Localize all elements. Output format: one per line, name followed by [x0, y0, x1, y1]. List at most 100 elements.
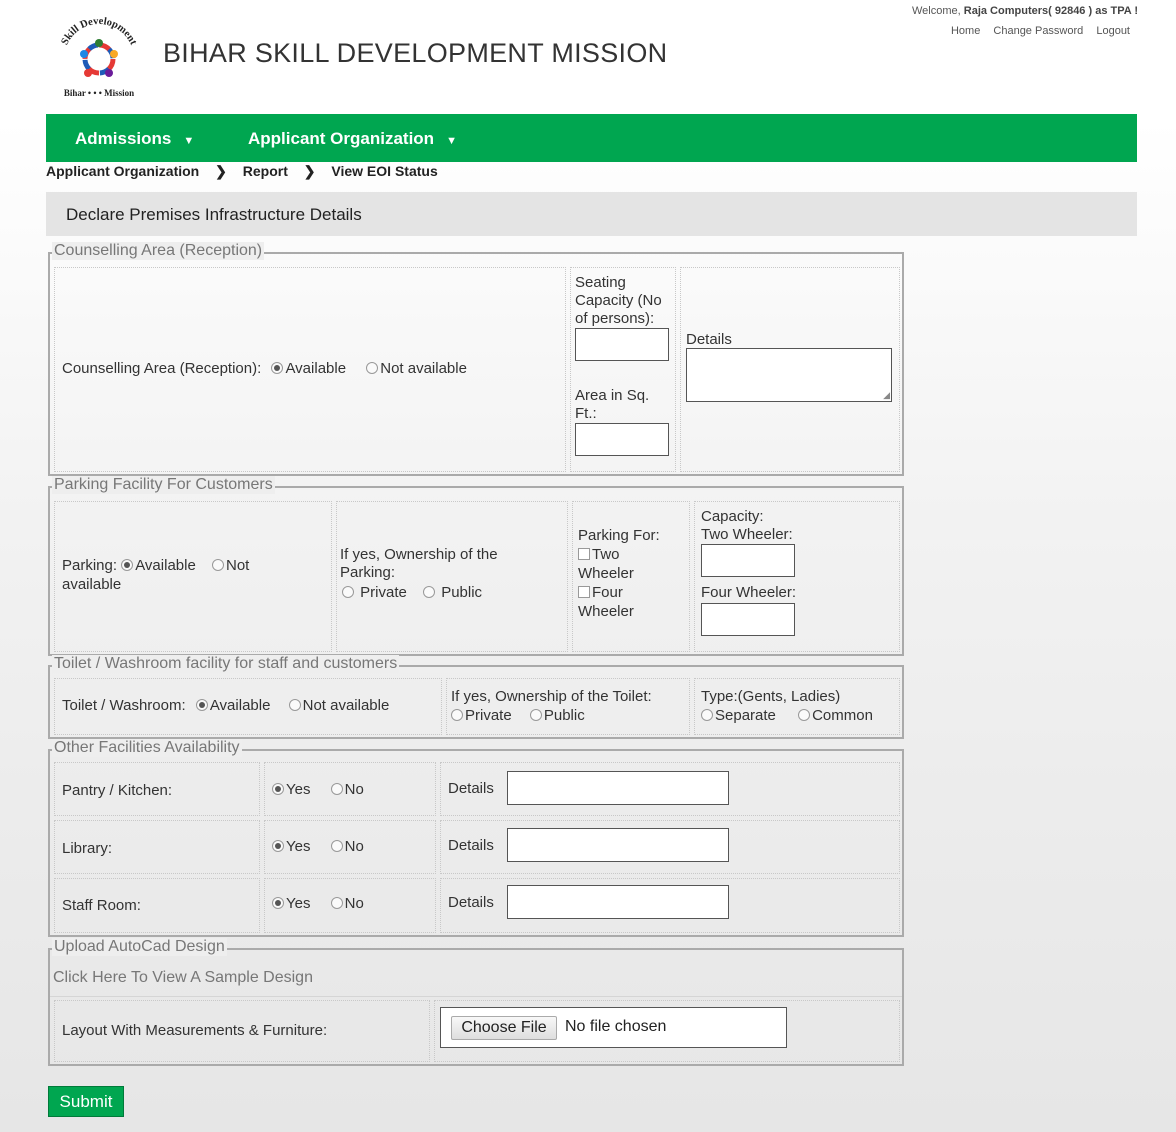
parking-row: Parking: Available Not available	[62, 556, 292, 594]
pantry-no-radio[interactable]: No	[330, 781, 364, 798]
library-no-radio[interactable]: No	[330, 838, 364, 855]
toilet-available-radio[interactable]: Available	[195, 697, 271, 714]
parking-ownership-label: If yes, Ownership of the Parking:	[340, 546, 498, 581]
radio-icon	[330, 783, 343, 795]
breadcrumb-item[interactable]: View EOI Status	[331, 163, 437, 179]
nav-applicant-organization[interactable]: Applicant Organization ▼	[248, 129, 457, 149]
divider	[50, 996, 902, 997]
toilet-fieldset: Toilet / Washroom facility for staff and…	[48, 655, 904, 739]
toilet-separate-radio[interactable]: Separate	[701, 707, 776, 724]
change-password-link[interactable]: Change Password	[993, 25, 1083, 37]
toilet-type-options: Separate Common	[701, 706, 873, 725]
radio-icon	[701, 709, 713, 721]
nav-admissions-label: Admissions	[75, 129, 172, 148]
option-label: Not available	[380, 360, 467, 377]
seating-capacity-input[interactable]	[575, 328, 669, 361]
option-label: Yes	[286, 781, 311, 798]
choose-file-button[interactable]: Choose File	[451, 1016, 557, 1040]
two-wheeler-capacity-label: Two Wheeler:	[701, 526, 793, 543]
chevron-right-icon: ❯	[303, 163, 316, 179]
staff-room-no-radio[interactable]: No	[330, 895, 364, 912]
option-label: Separate	[715, 707, 776, 724]
home-link[interactable]: Home	[951, 25, 980, 37]
svg-text:Bihar • • • Mission: Bihar • • • Mission	[64, 88, 134, 98]
option-label: Yes	[286, 895, 311, 912]
welcome-text: Welcome, Raja Computers( 92846 ) as TPA …	[912, 5, 1138, 17]
toilet-type-label: Type:(Gents, Ladies)	[701, 688, 841, 705]
page-title: Declare Premises Infrastructure Details	[66, 205, 362, 224]
radio-icon	[451, 709, 463, 721]
submit-button[interactable]: Submit	[48, 1086, 124, 1117]
four-wheeler-capacity-input[interactable]	[701, 603, 795, 636]
radio-checked-icon	[271, 362, 284, 374]
fieldset-legend: Parking Facility For Customers	[52, 476, 275, 494]
checkbox-icon	[578, 548, 590, 560]
library-details-input[interactable]	[507, 828, 729, 862]
two-wheeler-capacity-input[interactable]	[701, 544, 795, 577]
toilet-public-radio[interactable]: Public	[529, 707, 585, 724]
four-wheeler-checkbox[interactable]: Four Wheeler	[578, 583, 648, 621]
radio-icon	[423, 586, 436, 598]
radio-checked-icon	[195, 699, 208, 711]
radio-icon	[330, 897, 343, 909]
resize-handle-icon[interactable]: ◢	[883, 390, 890, 401]
toilet-private-radio[interactable]: Private	[451, 707, 512, 724]
breadcrumb-item[interactable]: Applicant Organization ❯	[46, 163, 227, 179]
toilet-common-radio[interactable]: Common	[798, 707, 873, 724]
fieldset-legend: Other Facilities Availability	[52, 739, 242, 757]
option-label: No	[344, 895, 364, 912]
toilet-ownership-label: If yes, Ownership of the Toilet:	[451, 688, 652, 705]
details-label: Details	[448, 780, 494, 797]
chevron-down-icon: ▼	[183, 135, 195, 147]
details-label: Details	[448, 837, 494, 854]
toilet-ownership-options: Private Public	[451, 706, 585, 725]
parking-label: Parking:	[62, 557, 118, 574]
option-label: Common	[812, 707, 873, 724]
two-wheeler-checkbox[interactable]: Two Wheeler	[578, 545, 648, 583]
file-input[interactable]: Choose File No file chosen	[440, 1007, 787, 1048]
parking-public-radio[interactable]: Public	[423, 584, 482, 601]
counselling-available-radio[interactable]: Available	[271, 360, 346, 377]
nav-applicant-organization-label: Applicant Organization	[248, 129, 435, 148]
option-label: Public	[441, 584, 483, 601]
radio-icon	[342, 586, 354, 598]
option-label: Available	[209, 697, 271, 714]
fieldset-legend: Toilet / Washroom facility for staff and…	[52, 655, 400, 673]
option-label: Available	[285, 360, 347, 377]
pantry-yes-radio[interactable]: Yes	[272, 781, 310, 798]
four-wheeler-capacity-label: Four Wheeler:	[701, 584, 797, 601]
radio-icon	[529, 709, 542, 721]
counselling-details-textarea[interactable]: ◢	[686, 348, 892, 402]
counselling-row: Counselling Area (Reception): Available …	[62, 359, 467, 378]
area-input[interactable]	[575, 423, 669, 456]
layout-label: Layout With Measurements & Furniture:	[62, 1022, 328, 1039]
option-label: Private	[360, 584, 407, 601]
staff-room-details-input[interactable]	[507, 885, 729, 919]
logout-link[interactable]: Logout	[1096, 25, 1130, 37]
parking-private-radio[interactable]: Private	[342, 584, 407, 601]
staff-room-yes-radio[interactable]: Yes	[272, 895, 310, 912]
option-label: Yes	[286, 838, 311, 855]
fieldset-legend: Upload AutoCad Design	[52, 938, 227, 956]
file-status: No file chosen	[565, 1018, 667, 1035]
counselling-fieldset: Counselling Area (Reception) Counselling…	[48, 242, 904, 476]
toilet-not-available-radio[interactable]: Not available	[288, 697, 389, 714]
option-label: Private	[465, 707, 512, 724]
nav-admissions[interactable]: Admissions ▼	[75, 129, 194, 149]
radio-icon	[798, 709, 811, 721]
radio-icon	[288, 699, 301, 711]
area-label: Area in Sq. Ft.:	[575, 387, 650, 422]
pantry-details-input[interactable]	[507, 771, 729, 805]
parking-ownership-options: Private Public	[342, 583, 482, 602]
capacity-label: Capacity:	[701, 508, 764, 525]
library-yes-radio[interactable]: Yes	[272, 838, 310, 855]
parking-for-group: Parking For: Two Wheeler Four Wheeler	[578, 526, 678, 621]
fieldset-legend: Counselling Area (Reception)	[52, 242, 265, 260]
welcome-prefix: Welcome,	[912, 5, 964, 17]
counselling-not-available-radio[interactable]: Not available	[366, 360, 467, 377]
checkbox-icon	[578, 586, 590, 598]
breadcrumb-item[interactable]: Report ❯	[243, 163, 316, 179]
parking-available-radio[interactable]: Available	[121, 557, 196, 574]
sample-design-link[interactable]: Click Here To View A Sample Design	[53, 968, 313, 987]
radio-icon	[366, 362, 379, 374]
